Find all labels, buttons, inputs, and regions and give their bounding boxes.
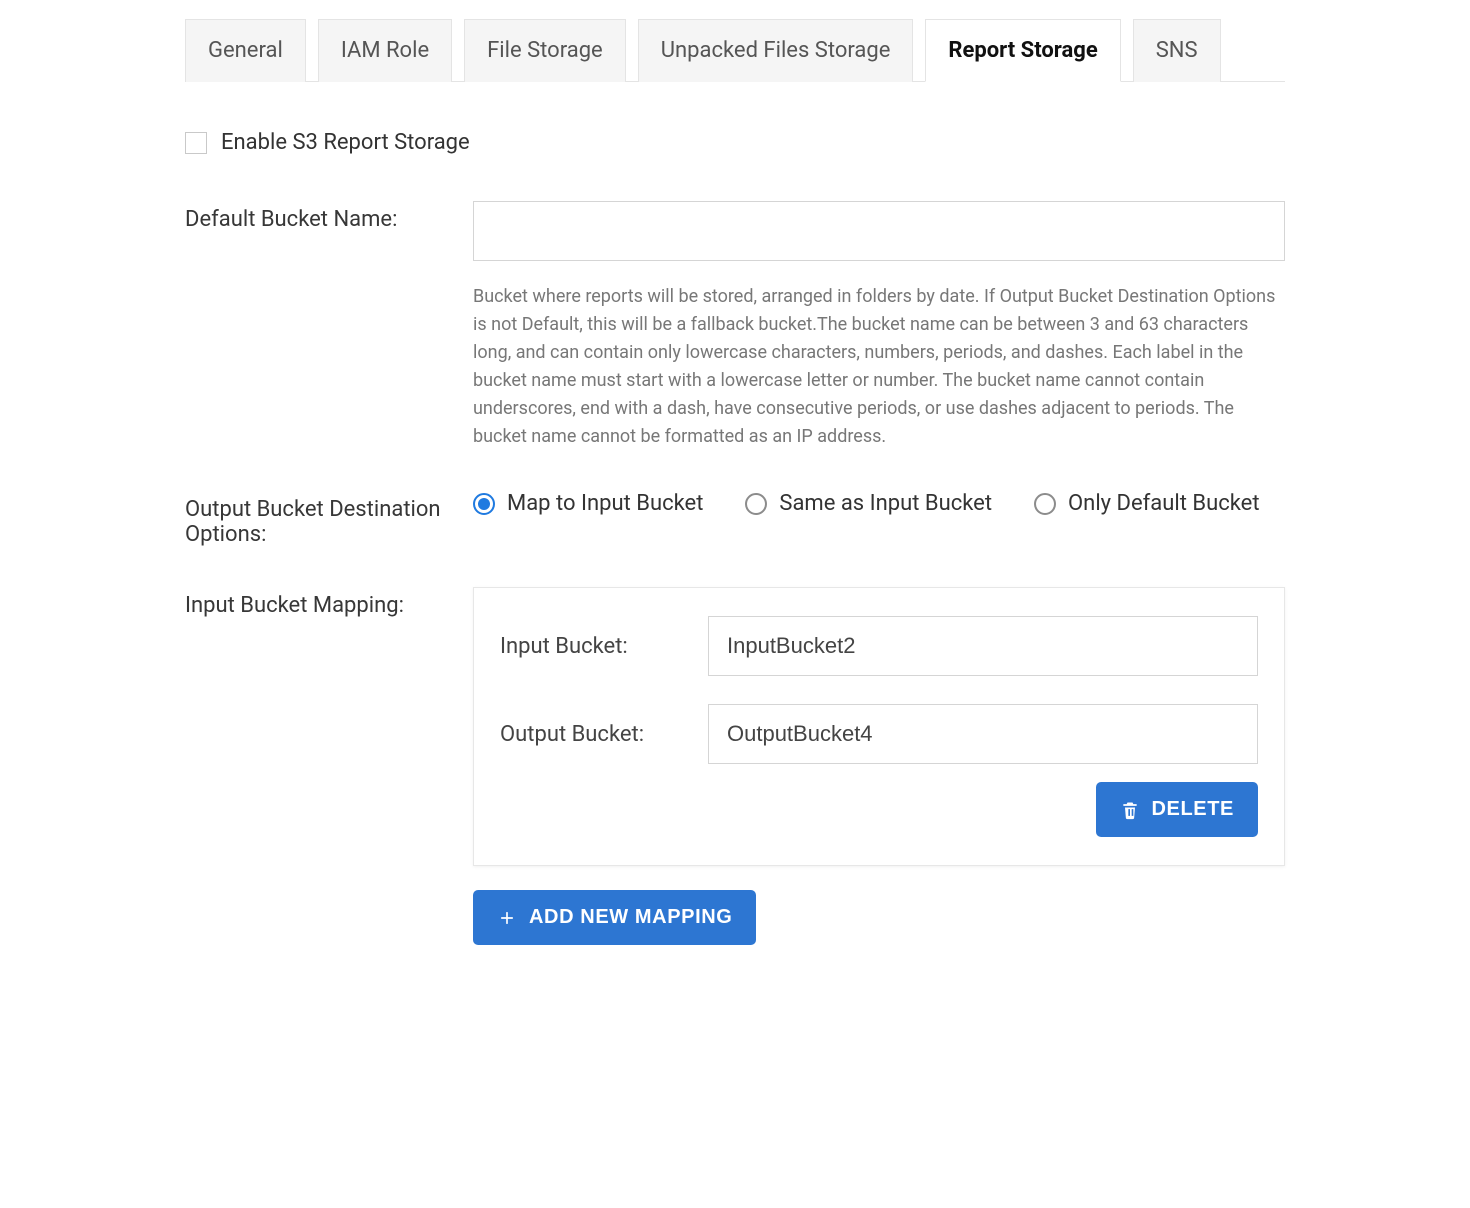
radio-label: Same as Input Bucket xyxy=(779,491,992,516)
output-bucket-field[interactable] xyxy=(708,704,1258,764)
mapping-actions: DELETE xyxy=(500,782,1258,837)
delete-mapping-button[interactable]: DELETE xyxy=(1096,782,1259,837)
destination-options-row: Output Bucket Destination Options: Map t… xyxy=(185,491,1285,547)
radio-label: Only Default Bucket xyxy=(1068,491,1260,516)
bucket-mapping-card: Input Bucket: Output Bucket: xyxy=(473,587,1285,866)
radio-map-to-input[interactable]: Map to Input Bucket xyxy=(473,491,703,516)
tab-content: Enable S3 Report Storage Default Bucket … xyxy=(185,82,1285,945)
enable-storage-row: Enable S3 Report Storage xyxy=(185,130,1285,155)
default-bucket-input[interactable] xyxy=(473,201,1285,261)
default-bucket-label: Default Bucket Name: xyxy=(185,201,473,232)
trash-icon xyxy=(1120,800,1140,820)
radio-same-as-input[interactable]: Same as Input Bucket xyxy=(745,491,992,516)
output-bucket-row: Output Bucket: xyxy=(500,704,1258,764)
add-mapping-button[interactable]: ADD NEW MAPPING xyxy=(473,890,756,945)
tab-unpacked-storage[interactable]: Unpacked Files Storage xyxy=(638,19,914,82)
bucket-mapping-row: Input Bucket Mapping: Input Bucket: Outp… xyxy=(185,587,1285,866)
settings-page: General IAM Role File Storage Unpacked F… xyxy=(185,0,1285,985)
input-bucket-field[interactable] xyxy=(708,616,1258,676)
destination-options-label: Output Bucket Destination Options: xyxy=(185,491,473,547)
add-mapping-row: ADD NEW MAPPING xyxy=(473,890,1285,945)
default-bucket-help: Bucket where reports will be stored, arr… xyxy=(473,283,1285,451)
bucket-mapping-label: Input Bucket Mapping: xyxy=(185,587,473,618)
tab-iam-role[interactable]: IAM Role xyxy=(318,19,452,82)
default-bucket-row: Default Bucket Name: Bucket where report… xyxy=(185,201,1285,451)
tab-report-storage[interactable]: Report Storage xyxy=(925,19,1120,82)
tab-bar: General IAM Role File Storage Unpacked F… xyxy=(185,18,1285,82)
input-bucket-row: Input Bucket: xyxy=(500,616,1258,676)
delete-label: DELETE xyxy=(1152,798,1235,821)
radio-only-default[interactable]: Only Default Bucket xyxy=(1034,491,1260,516)
output-bucket-label: Output Bucket: xyxy=(500,722,708,747)
radio-icon xyxy=(473,493,495,515)
tab-sns[interactable]: SNS xyxy=(1133,19,1221,82)
tab-file-storage[interactable]: File Storage xyxy=(464,19,626,82)
destination-options-group: Map to Input Bucket Same as Input Bucket… xyxy=(473,491,1285,516)
input-bucket-label: Input Bucket: xyxy=(500,634,708,659)
radio-icon xyxy=(1034,493,1056,515)
radio-label: Map to Input Bucket xyxy=(507,491,703,516)
add-mapping-label: ADD NEW MAPPING xyxy=(529,906,732,929)
plus-icon xyxy=(497,908,517,928)
radio-icon xyxy=(745,493,767,515)
enable-storage-label: Enable S3 Report Storage xyxy=(221,130,470,155)
enable-storage-checkbox[interactable] xyxy=(185,132,207,154)
tab-general[interactable]: General xyxy=(185,19,306,82)
